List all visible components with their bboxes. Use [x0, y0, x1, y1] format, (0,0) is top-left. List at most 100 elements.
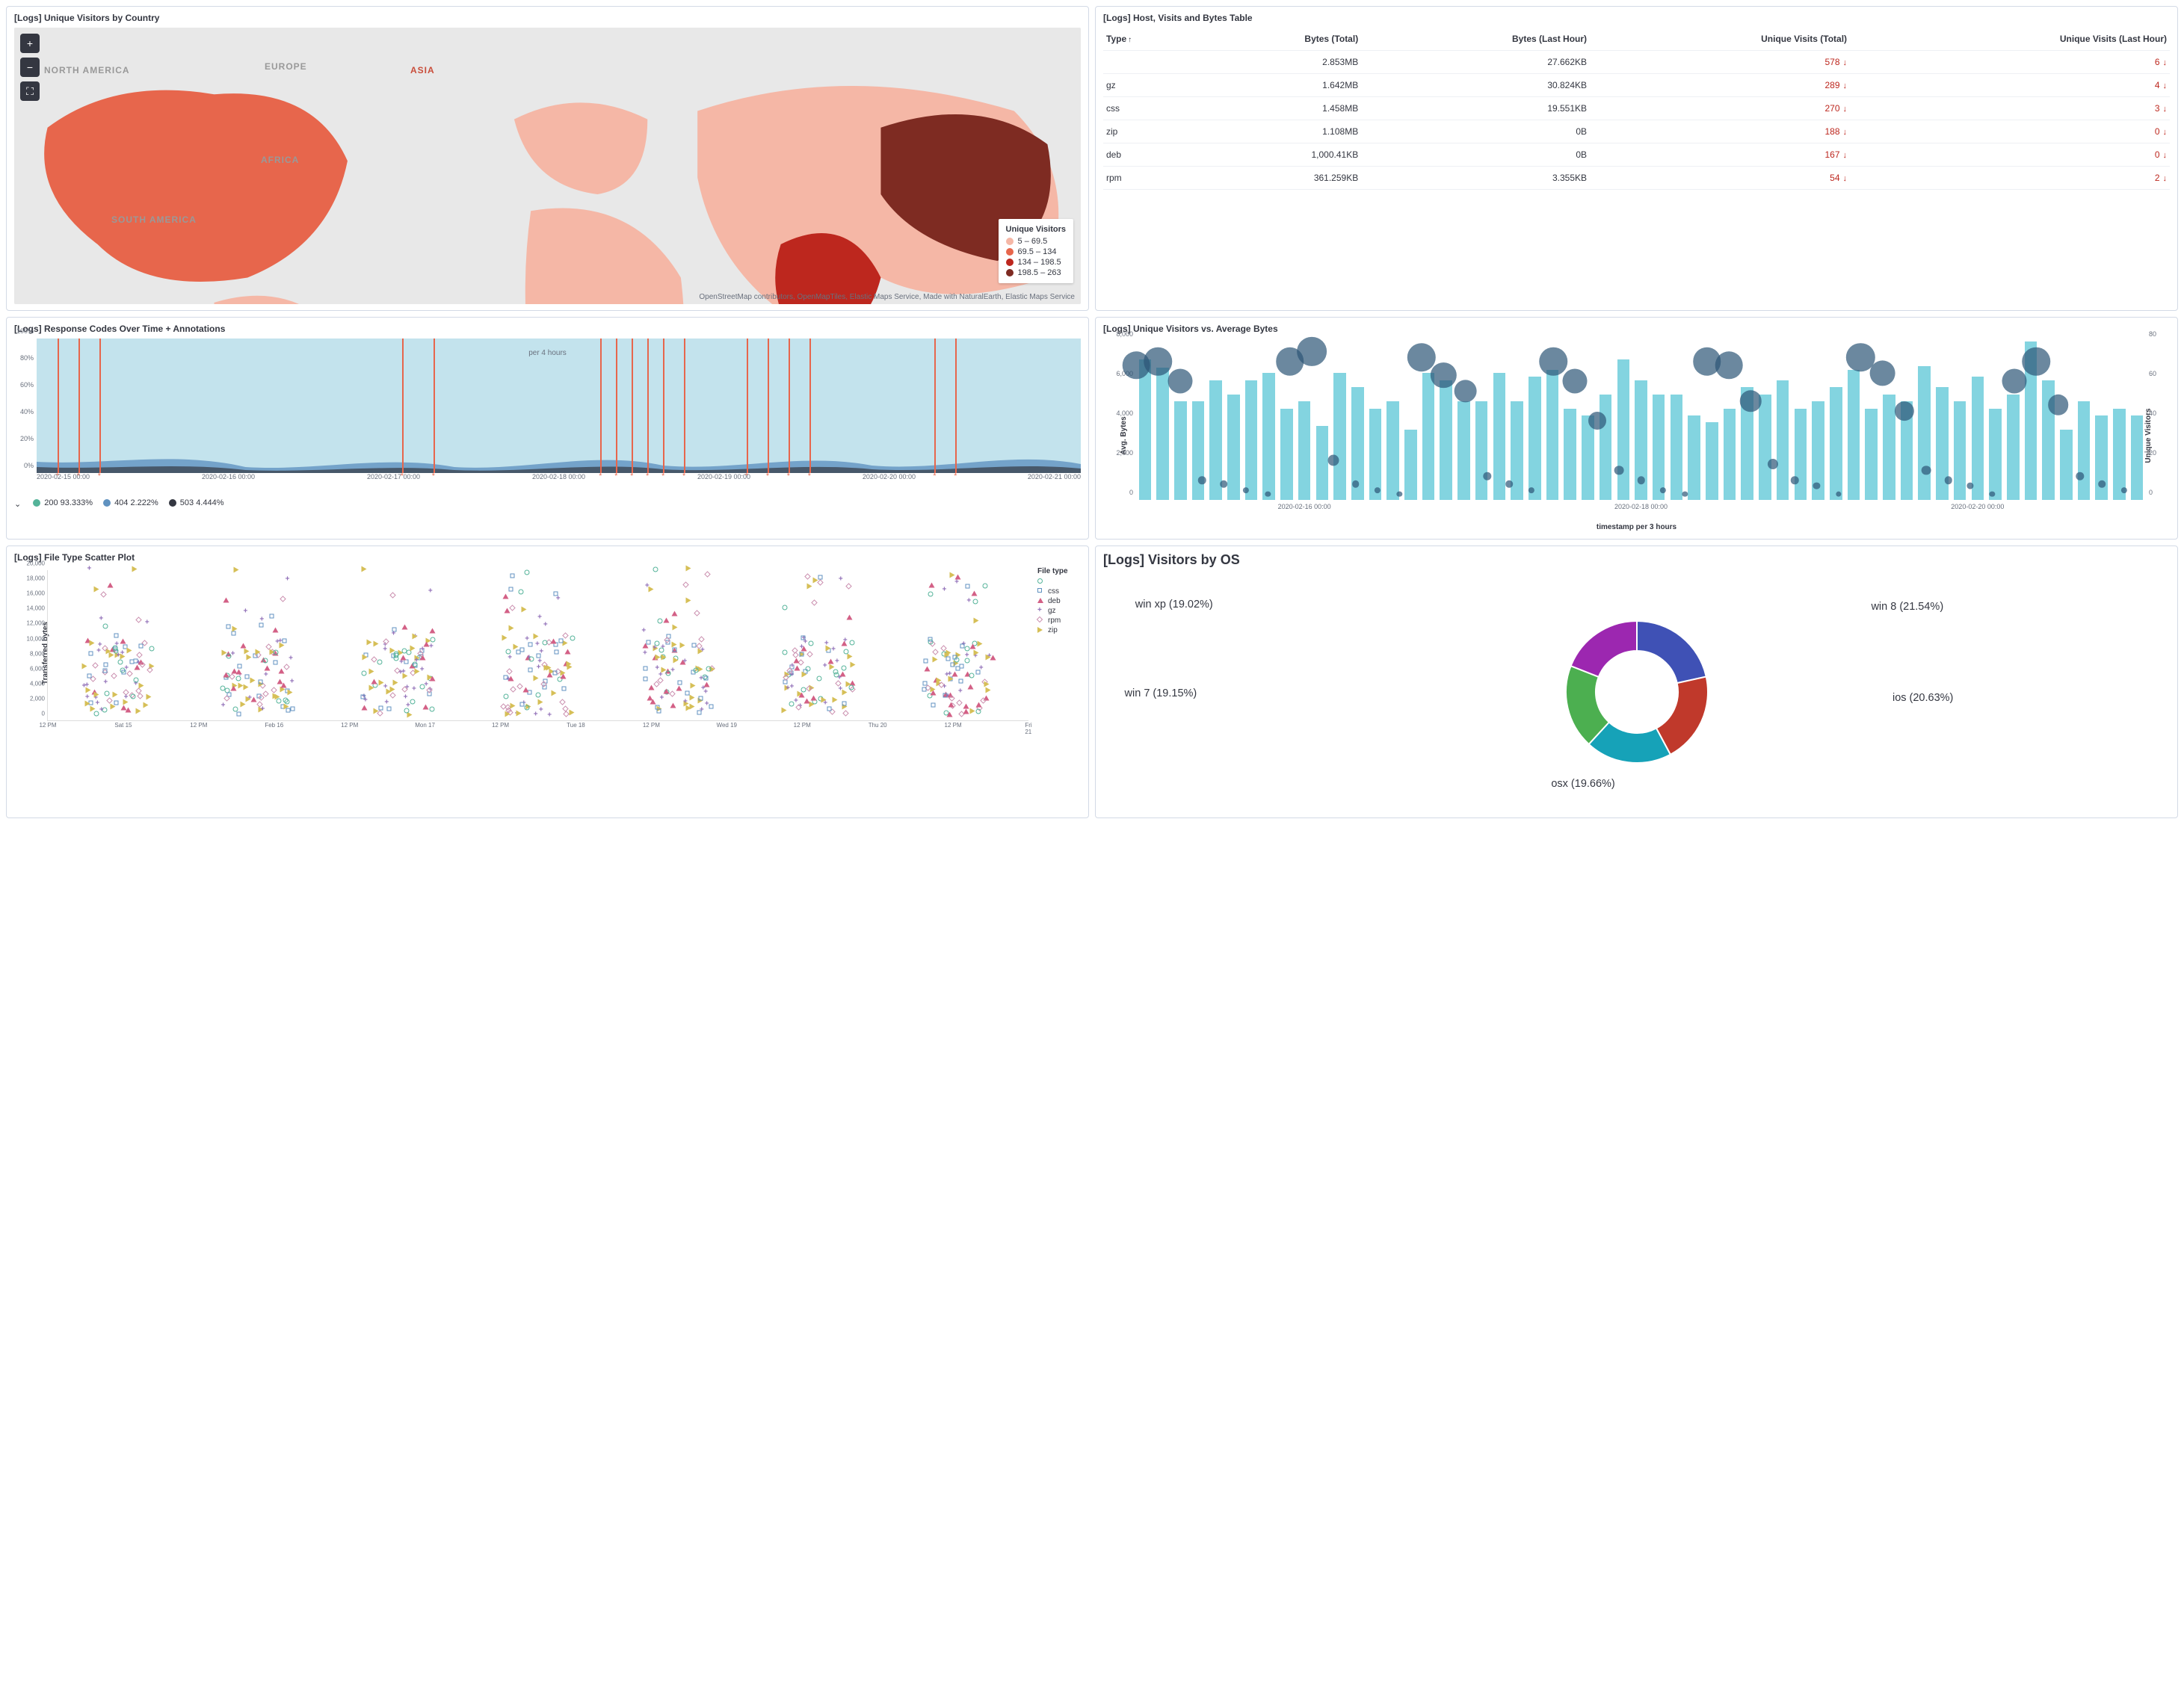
scatter-point	[274, 660, 279, 665]
donut-slice[interactable]	[1570, 621, 1636, 677]
scatter-point: +	[643, 651, 648, 656]
scatter-point	[250, 678, 255, 683]
expand-icon[interactable]: ⌄	[14, 499, 21, 509]
legend-item[interactable]	[1037, 578, 1081, 586]
table-header[interactable]: Unique Visits (Last Hour)	[1850, 28, 2170, 51]
scatter-point	[369, 668, 374, 673]
scatter-point	[81, 664, 87, 669]
scatter-point	[537, 699, 543, 704]
map-body[interactable]: + − ⛶ NORTH AMERICA SOUTH AMERICA EUROPE…	[14, 28, 1081, 304]
zoom-in-button[interactable]: +	[20, 34, 40, 53]
scatter-point	[138, 693, 144, 699]
donut-chart[interactable]: win 8 (21.54%)ios (20.63%)osx (19.66%)wi…	[1103, 572, 2170, 812]
bubble-point	[1588, 412, 1606, 430]
bar	[1564, 409, 1576, 500]
y-tick: 0	[42, 711, 45, 717]
bar	[1457, 401, 1470, 500]
bar	[1262, 373, 1275, 500]
table-row[interactable]: gz 1.642MB 30.824KB 289↓ 4↓	[1103, 74, 2170, 97]
bubble-point	[2022, 347, 2050, 376]
table-header[interactable]: Bytes (Last Hour)	[1361, 28, 1590, 51]
scatter-point	[240, 643, 245, 649]
scatter-point	[971, 590, 976, 596]
scatter-point	[244, 684, 249, 689]
scatter-point	[842, 701, 848, 706]
scatter-point	[114, 633, 120, 638]
scatter-point: +	[658, 673, 664, 678]
legend-item[interactable]: 503 4.444%	[169, 498, 224, 507]
bar	[2007, 395, 2020, 500]
scatter-point: +	[259, 616, 265, 622]
table-row[interactable]: zip 1.108MB 0B 188↓ 0↓	[1103, 120, 2170, 143]
crop-button[interactable]: ⛶	[20, 81, 40, 101]
scatter-point: +	[412, 686, 417, 691]
scatter-point	[510, 687, 516, 692]
scatter-point	[502, 635, 507, 640]
bar	[1795, 409, 1807, 500]
scatter-point	[644, 677, 649, 682]
continent-label: AFRICA	[261, 155, 299, 165]
bar	[1883, 395, 1895, 500]
scatter-point	[969, 673, 974, 678]
scatter-point	[664, 637, 670, 643]
scatter-point	[968, 684, 973, 690]
cell-bytes-total: 361.259KB	[1192, 167, 1361, 190]
scatter-point	[685, 566, 691, 571]
table-header[interactable]: Type↑	[1103, 28, 1192, 51]
scatter-point	[392, 680, 398, 685]
scatter-point	[283, 697, 289, 702]
scatter-point	[698, 666, 703, 671]
panel-visitors-vs-bytes: [Logs] Unique Visitors vs. Average Bytes…	[1095, 317, 2178, 540]
table-row[interactable]: css 1.458MB 19.551KB 270↓ 3↓	[1103, 97, 2170, 120]
scatter-chart[interactable]: Transferred bytes 02,0004,0006,0008,0001…	[14, 567, 1031, 739]
bubble-point	[1328, 455, 1339, 466]
scatter-point	[146, 694, 152, 699]
scatter-point: +	[99, 616, 104, 622]
table-row[interactable]: rpm 361.259KB 3.355KB 54↓ 2↓	[1103, 167, 2170, 190]
scatter-point	[367, 639, 372, 644]
zoom-out-button[interactable]: −	[20, 58, 40, 77]
scatter-point: +	[508, 655, 513, 660]
table-header[interactable]: Bytes (Total)	[1192, 28, 1361, 51]
scatter-point	[981, 699, 987, 704]
legend-item[interactable]: rpm	[1037, 616, 1081, 625]
legend-item[interactable]: css	[1037, 587, 1081, 596]
donut-label: osx (19.66%)	[1551, 778, 1614, 790]
scatter-point	[570, 636, 576, 641]
response-chart[interactable]: 0%20%40%60%80%100% ***************** 202…	[14, 339, 1081, 495]
table-row[interactable]: 2.853MB 27.662KB 578↓ 6↓	[1103, 51, 2170, 74]
scatter-point	[390, 593, 395, 598]
bubble-point	[1167, 369, 1192, 394]
legend-item[interactable]: 200 93.333%	[33, 498, 93, 507]
scatter-point	[427, 688, 432, 693]
scatter-point	[513, 643, 519, 649]
scatter-point	[806, 583, 812, 588]
scatter-point	[387, 707, 392, 712]
bubble-point	[1221, 480, 1228, 488]
annotation-line	[616, 339, 617, 473]
legend-item[interactable]: zip	[1037, 626, 1081, 634]
legend-item[interactable]: +gz	[1037, 607, 1081, 615]
scatter-point: +	[398, 670, 404, 675]
y-tick: 0	[1129, 489, 1133, 496]
cell-bytes-hour: 0B	[1361, 120, 1590, 143]
bubble-point	[1740, 390, 1762, 412]
scatter-point	[259, 695, 265, 700]
table-header[interactable]: Unique Visits (Total)	[1590, 28, 1850, 51]
scatter-point: +	[655, 666, 660, 671]
table-row[interactable]: deb 1,000.41KB 0B 167↓ 0↓	[1103, 143, 2170, 167]
bar	[2131, 415, 2144, 500]
scatter-point: +	[275, 639, 280, 644]
legend-item[interactable]: 404 2.222%	[103, 498, 158, 507]
scatter-point	[940, 683, 945, 688]
scatter-point	[232, 625, 237, 631]
scatter-point	[144, 702, 149, 708]
scatter-point	[103, 624, 108, 629]
legend-item[interactable]: deb	[1037, 597, 1081, 605]
scatter-point	[797, 705, 802, 710]
donut-slice[interactable]	[1637, 621, 1706, 683]
map-legend-title: Unique Visitors	[1006, 225, 1066, 234]
scatter-point	[505, 711, 510, 716]
bubble-chart[interactable]: Avg. Bytes Unique Visitors 02,0004,0006,…	[1103, 339, 2170, 533]
scatter-point	[271, 687, 277, 693]
